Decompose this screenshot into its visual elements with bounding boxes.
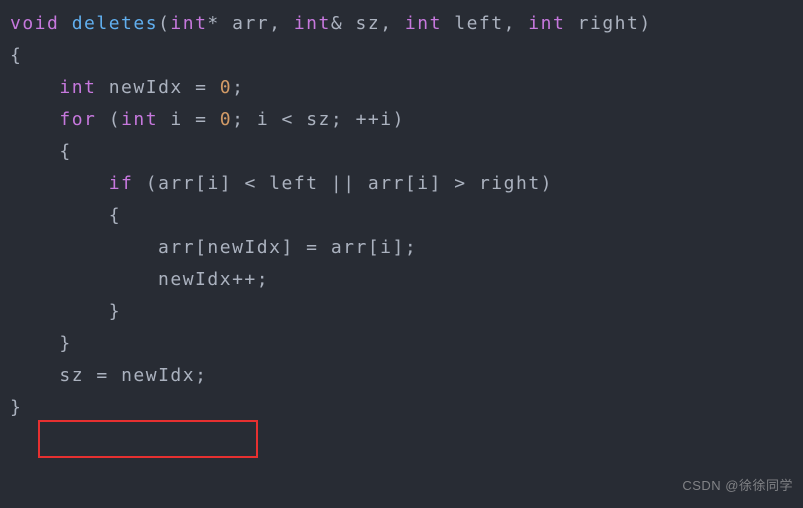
keyword-if: if [109, 173, 134, 194]
brace-close: } [10, 397, 22, 418]
type-int: int [170, 13, 207, 34]
keyword-void: void [10, 13, 59, 34]
function-name: deletes [72, 13, 158, 34]
keyword-for: for [59, 109, 96, 130]
highlight-rectangle [38, 420, 258, 458]
watermark-text: CSDN @徐徐同学 [682, 470, 793, 502]
brace-open: { [10, 45, 22, 66]
code-block: void deletes(int* arr, int& sz, int left… [10, 8, 793, 424]
